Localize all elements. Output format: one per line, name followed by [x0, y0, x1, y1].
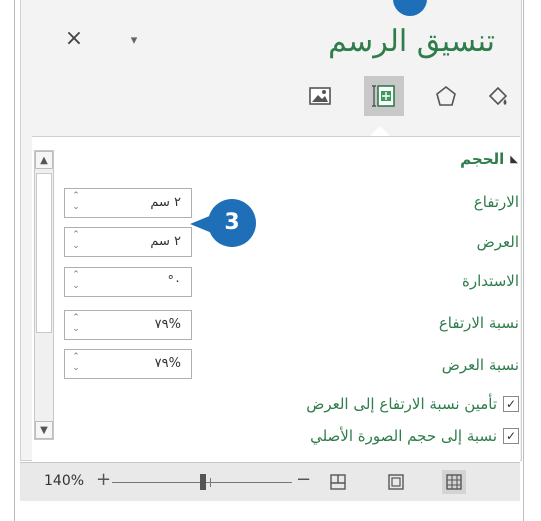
scale-height-spinner[interactable]: ⌃ ⌄ %٧٩: [64, 310, 192, 340]
scroll-down-icon[interactable]: ▼: [35, 421, 53, 439]
pentagon-effects-icon: [436, 85, 456, 106]
callout-number-badge: 3: [208, 199, 256, 247]
rotation-label: الاستدارة: [462, 272, 519, 290]
spinner-arrows-icon[interactable]: ⌃ ⌄: [69, 230, 83, 254]
normal-view-button[interactable]: [442, 470, 466, 494]
zoom-in-icon[interactable]: +: [96, 469, 111, 490]
status-bar: 140% + −: [20, 462, 520, 501]
zoom-slider-thumb[interactable]: [200, 474, 206, 490]
relative-original-size-label: نسبة إلى حجم الصورة الأصلي: [310, 427, 497, 445]
spinner-arrows-icon[interactable]: ⌃ ⌄: [69, 352, 83, 376]
collapse-triangle-icon: ◣: [510, 153, 518, 165]
scale-width-value: %٧٩: [154, 356, 181, 371]
relative-original-size-checkbox[interactable]: ✓: [503, 428, 519, 444]
zoom-out-icon[interactable]: −: [296, 469, 311, 490]
callout-arrow: [393, 0, 427, 16]
scale-height-value: %٧٩: [154, 317, 181, 332]
rotation-spinner[interactable]: ⌃ ⌄ ٠°: [64, 267, 192, 297]
lock-aspect-ratio-checkbox-row[interactable]: ✓ تأمين نسبة الارتفاع إلى العرض: [306, 395, 519, 413]
tab-effects[interactable]: [426, 76, 466, 116]
width-label: العرض: [476, 233, 519, 251]
scroll-thumb[interactable]: [36, 173, 52, 333]
pane-tab-strip: [292, 76, 522, 120]
scroll-up-icon[interactable]: ▲: [35, 151, 53, 169]
fill-line-icon: [488, 86, 508, 106]
lock-aspect-ratio-label: تأمين نسبة الارتفاع إلى العرض: [306, 395, 497, 413]
relative-original-size-checkbox-row[interactable]: ✓ نسبة إلى حجم الصورة الأصلي: [310, 427, 519, 445]
size-properties-icon: [372, 85, 395, 107]
height-value: ٢ سم: [150, 195, 181, 210]
width-value: ٢ سم: [150, 234, 181, 249]
page-break-view-button[interactable]: [326, 470, 350, 494]
pane-title: تنسيق الرسم: [328, 24, 495, 59]
scale-height-label: نسبة الارتفاع: [438, 314, 519, 332]
size-section-heading[interactable]: ◣ الحجم: [460, 150, 518, 168]
height-label: الارتفاع: [473, 193, 519, 211]
zoom-center-tick: [210, 478, 211, 487]
page-layout-view-icon: [388, 474, 404, 490]
lock-aspect-ratio-checkbox[interactable]: ✓: [503, 396, 519, 412]
pane-options-chevron-down-icon[interactable]: ▾: [121, 28, 147, 54]
close-icon[interactable]: ×: [61, 26, 87, 52]
page-layout-view-button[interactable]: [384, 470, 408, 494]
tab-fill-line[interactable]: [478, 76, 518, 116]
zoom-level[interactable]: 140%: [44, 473, 84, 489]
spinner-arrows-icon[interactable]: ⌃ ⌄: [69, 270, 83, 294]
tab-picture[interactable]: [300, 76, 340, 116]
rotation-value: ٠°: [167, 274, 181, 289]
selected-tab-indicator: [370, 126, 390, 136]
normal-view-grid-icon: [446, 474, 462, 490]
height-spinner[interactable]: ⌃ ⌄ ٢ سم: [64, 188, 192, 218]
spinner-arrows-icon[interactable]: ⌃ ⌄: [69, 313, 83, 337]
scale-width-label: نسبة العرض: [441, 356, 519, 374]
pane-scrollbar[interactable]: ▲ ▼: [34, 150, 54, 440]
page-break-view-icon: [330, 474, 346, 490]
size-section-label: الحجم: [460, 150, 505, 168]
spinner-arrows-icon[interactable]: ⌃ ⌄: [69, 191, 83, 215]
scale-width-spinner[interactable]: ⌃ ⌄ %٧٩: [64, 349, 192, 379]
tab-size-properties[interactable]: [364, 76, 404, 116]
width-spinner[interactable]: ⌃ ⌄ ٢ سم: [64, 227, 192, 257]
picture-icon: [309, 87, 331, 105]
